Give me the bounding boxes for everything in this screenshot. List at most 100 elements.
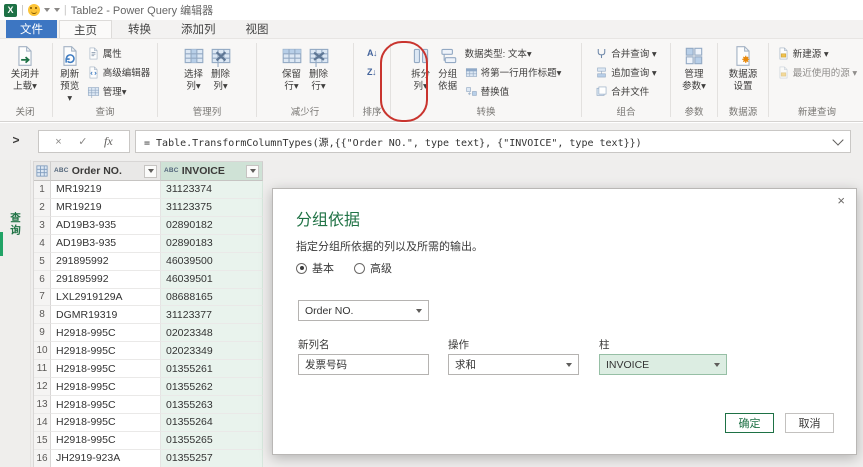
row-number-cell[interactable]: 11 xyxy=(34,360,51,379)
recent-sources-button[interactable]: 最近使用的源 ▾ xyxy=(774,63,860,81)
cell-invoice[interactable]: 46039500 xyxy=(161,252,263,271)
row-number-cell[interactable]: 12 xyxy=(34,378,51,397)
cell-order-no[interactable]: H2918-995C xyxy=(51,342,161,361)
row-number-cell[interactable]: 8 xyxy=(34,306,51,325)
row-number-cell[interactable]: 15 xyxy=(34,431,51,450)
new-column-name-input[interactable]: 发票号码 xyxy=(298,354,429,375)
append-queries-button[interactable]: 追加查询 ▾ xyxy=(592,63,659,81)
cell-order-no[interactable]: H2918-995C xyxy=(51,378,161,397)
column-filter-dropdown-icon[interactable] xyxy=(246,164,259,178)
group-by-column-dropdown[interactable]: Order NO. xyxy=(298,300,429,321)
expand-queries-pane-button[interactable]: > xyxy=(7,131,25,149)
refresh-preview-button[interactable]: 刷新 预览▾ xyxy=(57,42,83,106)
row-number-cell[interactable]: 2 xyxy=(34,198,51,217)
cell-invoice[interactable]: 02023348 xyxy=(161,324,263,343)
cell-invoice[interactable]: 01355261 xyxy=(161,360,263,379)
ribbon: 关闭并 上载▾ 关闭 刷新 预览▾ 属性 高级编辑器 管理▾ 查询 选择 列▾ 删除 列▾ 管理列… xyxy=(0,39,863,122)
quick-access-dropdown-icon[interactable] xyxy=(43,8,50,12)
row-number-cell[interactable]: 7 xyxy=(34,288,51,307)
cell-invoice[interactable]: 01355265 xyxy=(161,431,263,450)
first-row-headers-button[interactable]: 将第一行用作标题▾ xyxy=(462,63,565,81)
row-number-cell[interactable]: 3 xyxy=(34,216,51,235)
data-type-button[interactable]: 数据类型: 文本▾ xyxy=(462,44,565,62)
cell-order-no[interactable]: AD19B3-935 xyxy=(51,234,161,253)
cancel-button[interactable]: 取消 xyxy=(785,413,834,433)
dialog-subtitle: 指定分组所依据的列以及所需的输出。 xyxy=(296,241,483,253)
sort-ascending-button[interactable]: A↓ xyxy=(364,44,380,62)
cell-order-no[interactable]: H2918-995C xyxy=(51,431,161,450)
advanced-editor-button[interactable]: 高级编辑器 xyxy=(84,63,154,81)
cell-invoice[interactable]: 01355262 xyxy=(161,378,263,397)
cell-invoice[interactable]: 02023349 xyxy=(161,342,263,361)
column-header-invoice[interactable]: ABC INVOICE xyxy=(161,161,263,181)
group-by-button[interactable]: 分组 依据 xyxy=(435,42,461,94)
cell-order-no[interactable]: JH2919-923A xyxy=(51,449,161,467)
cell-invoice[interactable]: 31123374 xyxy=(161,181,263,199)
column-filter-dropdown-icon[interactable] xyxy=(144,164,157,178)
expand-formula-chevron-icon[interactable] xyxy=(832,133,844,146)
cell-order-no[interactable]: AD19B3-935 xyxy=(51,216,161,235)
radio-advanced[interactable]: 高级 xyxy=(354,260,392,276)
new-source-button[interactable]: 新建源 ▾ xyxy=(774,44,860,62)
tab-add-column[interactable]: 添加列 xyxy=(167,20,230,38)
row-number-cell[interactable]: 9 xyxy=(34,324,51,343)
row-number-cell[interactable]: 5 xyxy=(34,252,51,271)
cell-invoice[interactable]: 02890183 xyxy=(161,234,263,253)
replace-values-button[interactable]: 替换值 xyxy=(462,82,565,100)
select-all-cell[interactable] xyxy=(34,161,51,181)
cell-order-no[interactable]: MR19219 xyxy=(51,181,161,199)
cell-order-no[interactable]: H2918-995C xyxy=(51,360,161,379)
cell-order-no[interactable]: H2918-995C xyxy=(51,324,161,343)
row-number-cell[interactable]: 14 xyxy=(34,413,51,432)
cell-order-no[interactable]: MR19219 xyxy=(51,198,161,217)
keep-rows-button[interactable]: 保留 行▾ xyxy=(279,42,305,94)
split-column-button[interactable]: 拆分 列▾ xyxy=(408,42,434,94)
row-number-cell[interactable]: 13 xyxy=(34,396,51,414)
row-number-cell[interactable]: 16 xyxy=(34,449,51,467)
queries-pane-collapsed[interactable]: 查询 xyxy=(0,160,31,467)
properties-button[interactable]: 属性 xyxy=(84,44,154,62)
tab-transform[interactable]: 转换 xyxy=(114,20,165,38)
cell-order-no[interactable]: H2918-995C xyxy=(51,396,161,414)
cell-order-no[interactable]: LXL2919129A xyxy=(51,288,161,307)
cell-invoice[interactable]: 02890182 xyxy=(161,216,263,235)
merge-queries-button[interactable]: 合并查询 ▾ xyxy=(592,44,659,62)
sort-descending-button[interactable]: Z↓ xyxy=(364,63,380,81)
tab-view[interactable]: 视图 xyxy=(232,20,283,38)
manage-button[interactable]: 管理▾ xyxy=(84,82,154,100)
close-icon[interactable]: × xyxy=(837,194,845,207)
close-and-load-button[interactable]: 关闭并 上载▾ xyxy=(9,42,42,94)
accept-formula-icon[interactable]: ✓ xyxy=(78,135,87,148)
row-number-cell[interactable]: 6 xyxy=(34,270,51,289)
combine-files-button[interactable]: 合并文件 xyxy=(592,82,659,100)
cell-order-no[interactable]: DGMR19319 xyxy=(51,306,161,325)
data-source-settings-button[interactable]: 数据源 设置 xyxy=(727,42,760,94)
radio-basic[interactable]: 基本 xyxy=(296,260,334,276)
remove-columns-button[interactable]: 删除 列▾ xyxy=(208,42,234,94)
cell-order-no[interactable]: H2918-995C xyxy=(51,413,161,432)
cell-invoice[interactable]: 08688165 xyxy=(161,288,263,307)
cancel-formula-icon[interactable]: × xyxy=(55,136,61,148)
cell-invoice[interactable]: 46039501 xyxy=(161,270,263,289)
tab-home[interactable]: 主页 xyxy=(59,20,112,38)
column-dropdown[interactable]: INVOICE xyxy=(599,354,727,375)
manage-parameters-button[interactable]: 管理 参数▾ xyxy=(680,42,708,94)
cell-invoice[interactable]: 01355263 xyxy=(161,396,263,414)
row-number-cell[interactable]: 1 xyxy=(34,181,51,199)
column-header-order-no[interactable]: ABC Order NO. xyxy=(51,161,161,181)
ok-button[interactable]: 确定 xyxy=(725,413,774,433)
cell-invoice[interactable]: 01355264 xyxy=(161,413,263,432)
cell-invoice[interactable]: 31123375 xyxy=(161,198,263,217)
cell-invoice[interactable]: 31123377 xyxy=(161,306,263,325)
remove-rows-button[interactable]: 删除 行▾ xyxy=(306,42,332,94)
formula-input[interactable]: = Table.TransformColumnTypes(源,{{"Order … xyxy=(135,130,851,153)
cell-order-no[interactable]: 291895992 xyxy=(51,252,161,271)
row-number-cell[interactable]: 10 xyxy=(34,342,51,361)
row-number-cell[interactable]: 4 xyxy=(34,234,51,253)
tab-file[interactable]: 文件 xyxy=(6,20,57,38)
customize-toolbar-dropdown-icon[interactable] xyxy=(53,8,60,12)
choose-columns-button[interactable]: 选择 列▾ xyxy=(181,42,207,94)
operation-dropdown[interactable]: 求和 xyxy=(448,354,579,375)
cell-order-no[interactable]: 291895992 xyxy=(51,270,161,289)
cell-invoice[interactable]: 01355257 xyxy=(161,449,263,467)
